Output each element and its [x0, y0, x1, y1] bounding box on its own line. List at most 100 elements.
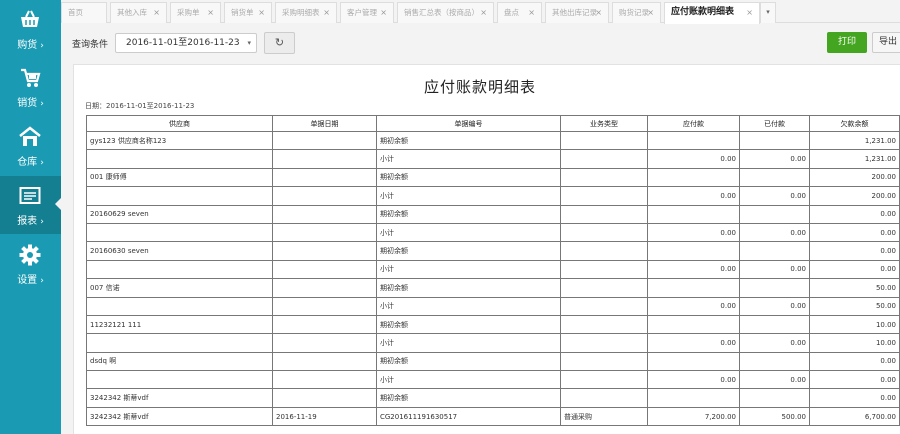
cell-doc-number: 期初余额 [376, 241, 561, 261]
close-icon[interactable]: × [207, 3, 214, 22]
table-row[interactable]: 001 康师傅 期初余额 200.00 [86, 167, 900, 188]
cell-supplier [86, 149, 273, 169]
cell-balance: 0.00 [809, 204, 900, 224]
tab-6[interactable]: 销售汇总表（按商品） × [397, 2, 494, 23]
cell-supplier [86, 333, 273, 353]
tab-5[interactable]: 客户管理 × [340, 2, 394, 23]
cell-doc-date [272, 130, 377, 151]
tab-label: 应付账款明细表 [671, 7, 735, 17]
column-header-supplier[interactable]: 供应商 [86, 115, 273, 132]
sidebar-item-label: 报表 › [17, 216, 44, 227]
cell-doc-date [272, 278, 377, 298]
close-icon[interactable]: × [480, 3, 487, 22]
tab-more-button[interactable]: ▾ [760, 2, 776, 23]
date-range-select[interactable]: 2016-11-01至2016-11-23 ▾ [115, 33, 257, 53]
refresh-button[interactable]: ↻ [264, 32, 295, 54]
table-row[interactable]: 20160630 seven 期初余额 0.00 [86, 241, 900, 261]
cell-payable: 7,200.00 [647, 406, 740, 427]
cell-balance: 1,231.00 [809, 149, 900, 169]
table-row[interactable]: 小计 0.00 0.00 50.00 [86, 296, 900, 316]
cell-balance: 0.00 [809, 241, 900, 261]
cell-payable [647, 388, 740, 408]
cell-paid: 0.00 [739, 259, 810, 280]
sidebar-item-warehouse[interactable]: 仓库 › [0, 117, 61, 175]
cell-balance: 1,231.00 [809, 130, 900, 151]
cell-balance: 50.00 [809, 278, 900, 298]
close-icon[interactable]: × [323, 3, 330, 22]
column-header-biz-type[interactable]: 业务类型 [560, 115, 648, 132]
cell-doc-number: 小计 [376, 186, 561, 206]
tab-0[interactable]: 首页 [61, 2, 107, 23]
cell-biz-type [560, 370, 648, 390]
export-button[interactable]: 导出 [872, 32, 900, 53]
tab-1[interactable]: 其他入库 × [110, 2, 167, 23]
table-row[interactable]: 小计 0.00 0.00 0.00 [86, 370, 900, 390]
cell-supplier [86, 296, 273, 316]
cell-supplier: 20160629 seven [86, 204, 273, 224]
cell-doc-date [272, 333, 377, 353]
sidebar-item-purchase[interactable]: 购货 › [0, 0, 61, 58]
table-row[interactable]: 小计 0.00 0.00 10.00 [86, 333, 900, 353]
cell-doc-date [272, 370, 377, 390]
payables-table: 供应商 单据日期 单据编号 业务类型 应付款 已付款 欠款余额 gys123 供应商名称12… [86, 115, 900, 427]
close-icon[interactable]: × [380, 3, 387, 22]
table-row[interactable]: dsdq 啊 期初余额 0.00 [86, 351, 900, 372]
sidebar-item-settings[interactable]: 设置 › [0, 235, 61, 293]
table-row[interactable]: 3242342 斯蒂vdf 期初余额 0.00 [86, 388, 900, 408]
report-panel: 应付账款明细表 日期：2016-11-01至2016-11-23 供应商 单据日期… [73, 64, 900, 434]
cell-doc-date [272, 204, 377, 224]
close-icon[interactable]: × [153, 3, 160, 22]
table-row[interactable]: 007 信诺 期初余额 50.00 [86, 278, 900, 298]
cell-supplier: 001 康师傅 [86, 167, 273, 188]
cell-supplier: gys123 供应商名称123 [86, 130, 273, 151]
cell-payable: 0.00 [647, 186, 740, 206]
cell-doc-date [272, 222, 377, 243]
table-row[interactable]: gys123 供应商名称123 期初余额 1,231.00 [86, 130, 900, 151]
sidebar-item-reports[interactable]: 报表 › [0, 176, 61, 234]
table-row[interactable]: 20160629 seven 期初余额 0.00 [86, 204, 900, 224]
cell-balance: 10.00 [809, 333, 900, 353]
column-header-payable[interactable]: 应付款 [647, 115, 740, 132]
tab-7[interactable]: 盘点 × [497, 2, 542, 23]
table-row[interactable]: 3242342 斯蒂vdf 2016-11-19 CG201611191630517… [86, 406, 900, 427]
cell-supplier [86, 222, 273, 243]
tab-label: 其他入库 [117, 8, 147, 17]
cell-paid: 0.00 [739, 222, 810, 243]
cell-biz-type [560, 241, 648, 261]
table-row[interactable]: 小计 0.00 0.00 200.00 [86, 186, 900, 206]
tab-9[interactable]: 购货记录 × [612, 2, 661, 23]
close-icon[interactable]: × [595, 3, 602, 22]
table-row[interactable]: 11232121 111 期初余额 10.00 [86, 314, 900, 335]
close-icon[interactable]: × [746, 3, 753, 22]
sidebar-item-label: 设置 › [17, 275, 44, 286]
tab-10[interactable]: 应付账款明细表 × [664, 2, 760, 24]
cell-doc-number: 小计 [376, 370, 561, 390]
cell-balance: 0.00 [809, 370, 900, 390]
cell-doc-number: 期初余额 [376, 204, 561, 224]
cell-balance: 50.00 [809, 296, 900, 316]
column-header-paid[interactable]: 已付款 [739, 115, 810, 132]
print-button[interactable]: 打印 [827, 32, 867, 53]
tab-2[interactable]: 采购单 × [170, 2, 221, 23]
cell-paid: 0.00 [739, 149, 810, 169]
chevron-right-icon: › [40, 41, 44, 51]
tab-4[interactable]: 采购明细表 × [275, 2, 337, 23]
close-icon[interactable]: × [258, 3, 265, 22]
tab-8[interactable]: 其他出库记录 × [545, 2, 609, 23]
cell-balance: 200.00 [809, 186, 900, 206]
close-icon[interactable]: × [528, 3, 535, 22]
cell-doc-date [272, 314, 377, 335]
cell-payable [647, 314, 740, 335]
table-row[interactable]: 小计 0.00 0.00 0.00 [86, 259, 900, 280]
table-row[interactable]: 小计 0.00 0.00 0.00 [86, 222, 900, 243]
column-header-balance[interactable]: 欠款余额 [809, 115, 900, 132]
cell-supplier [86, 370, 273, 390]
close-icon[interactable]: × [647, 3, 654, 22]
cell-doc-date [272, 259, 377, 280]
tab-3[interactable]: 销货单 × [224, 2, 272, 23]
table-row[interactable]: 小计 0.00 0.00 1,231.00 [86, 149, 900, 169]
column-header-doc-number[interactable]: 单据编号 [376, 115, 561, 132]
column-header-doc-date[interactable]: 单据日期 [272, 115, 377, 132]
cell-balance: 0.00 [809, 222, 900, 243]
cell-doc-number: 期初余额 [376, 167, 561, 188]
